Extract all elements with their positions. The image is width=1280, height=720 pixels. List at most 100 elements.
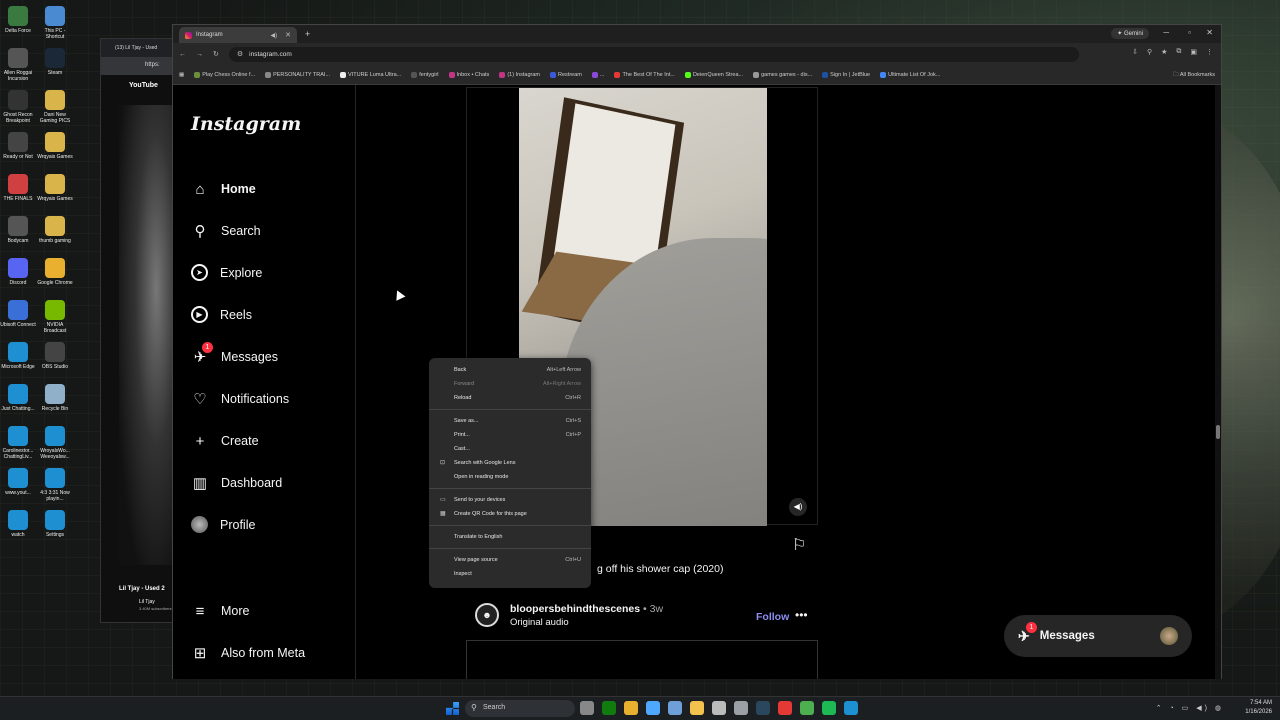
post-more-icon[interactable]: ••• [795, 608, 808, 622]
forward-icon[interactable]: → [196, 51, 203, 58]
menu-icon[interactable]: ⋮ [1206, 48, 1213, 56]
context-menu-item[interactable]: ⊡ Search with Google Lens [429, 456, 591, 470]
bookmark-item[interactable]: Inbox • Chats [448, 71, 489, 78]
desktop-icon[interactable]: Settings [36, 510, 74, 538]
address-bar[interactable]: ⚙ instagram.com [228, 46, 1079, 62]
save-post-icon[interactable]: ⚐ [792, 535, 806, 555]
nav-messages[interactable]: ✈ 1 Messages [191, 342, 278, 366]
youtube-url[interactable]: https: [101, 57, 179, 75]
bookmark-item[interactable]: Ultimate List Of Jok... [880, 71, 940, 78]
desktop-icon[interactable]: Ubisoft Connect [0, 300, 37, 328]
desktop-icon[interactable]: Recycle Bin [36, 384, 74, 412]
site-info-icon[interactable]: ⚙ [237, 50, 243, 58]
youtube-logo[interactable]: YouTube [129, 82, 158, 89]
bookmark-item[interactable]: VITURE Luma Ultra... [340, 71, 401, 78]
clock[interactable]: 7:54 AM 1/16/2026 [1245, 699, 1272, 717]
reload-icon[interactable]: ↻ [213, 50, 219, 58]
context-menu-item[interactable]: Back Alt+Left Arrow [429, 363, 591, 377]
url-text[interactable]: instagram.com [249, 51, 292, 58]
desktop-icon[interactable]: Steam [36, 48, 74, 76]
desktop-icon[interactable]: thumb gaming [36, 216, 74, 244]
volume-icon[interactable]: ◀) [789, 498, 807, 516]
floating-messages-button[interactable]: ✈ 1 Messages [1004, 615, 1192, 657]
bookmark-item[interactable]: Play Chess Online f... [194, 71, 255, 78]
bookmark-item[interactable]: fentygirl [411, 71, 439, 78]
steam-app[interactable] [756, 701, 770, 715]
context-menu-item[interactable]: Inspect [429, 567, 591, 581]
desktop-icon[interactable]: Wrqyais Games [36, 132, 74, 160]
nav-also-from-meta[interactable]: ⊞ Also from Meta [191, 644, 305, 662]
desktop-icon[interactable]: WroyalsWo... Weeoyalsw... [36, 426, 74, 460]
back-icon[interactable]: ← [179, 51, 186, 58]
post-avatar[interactable]: ☻ [475, 603, 499, 627]
gemini-button[interactable]: ✦ Gemini [1111, 28, 1149, 39]
start-button[interactable] [446, 702, 459, 715]
nav-home[interactable]: ⌂ Home [191, 180, 255, 198]
nav-more[interactable]: ≡ More [191, 602, 250, 620]
desktop-icon[interactable]: 4:3 3:31 Now playin... [36, 468, 74, 502]
spotify-app[interactable] [822, 701, 836, 715]
sidepanel-icon[interactable]: ▣ [1190, 48, 1197, 56]
context-menu-item[interactable]: ▦ Create QR Code for this page [429, 507, 591, 521]
desktop-icon[interactable]: Allen Roggai Incursion [0, 48, 37, 82]
desktop-icon[interactable]: Discord [0, 258, 37, 286]
desktop-icon[interactable]: watch [0, 510, 37, 538]
store-app[interactable] [712, 701, 726, 715]
nav-notifications[interactable]: ♡ Notifications [191, 390, 289, 408]
username-text[interactable]: bloopersbehindthescenes [510, 603, 640, 615]
chrome-window[interactable]: Instagram ◀) ✕ + ✦ Gemini ─ ▫ ✕ ← → ↻ ⚙ … [172, 24, 1222, 679]
youtube-channel[interactable]: Lil Tjay [139, 599, 155, 605]
minimize-icon[interactable]: ─ [1163, 28, 1169, 37]
bookmark-item[interactable]: ... [591, 71, 604, 78]
speaker-icon[interactable]: ◀) [271, 32, 278, 39]
close-tab-icon[interactable]: ✕ [285, 31, 291, 39]
desktop-icon[interactable]: This PC - Shortcut [36, 6, 74, 40]
xbox-app[interactable] [602, 701, 616, 715]
bookmark-item[interactable]: DeienQueen Strea... [684, 71, 743, 78]
bookmark-item[interactable]: games games - dis... [753, 71, 812, 78]
follow-button[interactable]: Follow [756, 611, 789, 623]
files-app[interactable] [624, 701, 638, 715]
desktop-icon[interactable]: Ready or Not [0, 132, 37, 160]
copilot-app[interactable] [646, 701, 660, 715]
youtube-tab[interactable]: (13) Lil Tjay - Used [101, 39, 179, 57]
youtube-window[interactable]: (13) Lil Tjay - Used https: YouTube Lil … [100, 38, 181, 623]
chrome-app[interactable] [778, 701, 792, 715]
bookmark-item[interactable]: The Best Of The Int... [614, 71, 675, 78]
post-audio[interactable]: Original audio [510, 617, 569, 628]
bookmark-item[interactable]: Sign In | JetBlue [822, 71, 870, 78]
page-scrollbar[interactable] [1215, 85, 1221, 679]
context-menu-item[interactable]: Reload Ctrl+R [429, 391, 591, 405]
settings-app[interactable] [734, 701, 748, 715]
nav-create[interactable]: + Create [191, 432, 259, 450]
nav-explore[interactable]: ➤ Explore [191, 264, 262, 281]
post-username[interactable]: bloopersbehindthescenes • 3w [510, 603, 663, 615]
tab-instagram[interactable]: Instagram ◀) ✕ [179, 27, 297, 43]
desktop-icon[interactable]: Ghost Recon Breakpoint [0, 90, 37, 124]
star-icon[interactable]: ★ [1161, 48, 1167, 56]
tray-icons[interactable]: ⌃ ◔ ▭ ◀) ◍ [1156, 704, 1224, 712]
extensions-icon[interactable]: ⧉ [1176, 48, 1181, 56]
context-menu-item[interactable]: Save as... Ctrl+S [429, 414, 591, 428]
maximize-icon[interactable]: ▫ [1188, 28, 1191, 37]
install-icon[interactable]: ⇩ [1132, 48, 1138, 56]
bookmark-item[interactable]: (1) Instagram [499, 71, 540, 78]
new-tab-button[interactable]: + [305, 29, 310, 39]
desktop-icon[interactable]: Google Chrome [36, 258, 74, 286]
zoom-icon[interactable]: ⚲ [1147, 48, 1152, 56]
desktop-icon[interactable]: Wrqyais Games [36, 174, 74, 202]
scrollbar-thumb[interactable] [1216, 425, 1220, 439]
desktop-icon[interactable]: Just Chatting... [0, 384, 37, 412]
desktop-icon[interactable]: NVIDIA Broadcast [36, 300, 74, 334]
context-menu-item[interactable]: Translate to English [429, 530, 591, 544]
close-window-icon[interactable]: ✕ [1206, 28, 1213, 37]
desktop-icon[interactable]: Dani New Gaming PICS [36, 90, 74, 124]
chrome-active-app[interactable] [800, 701, 814, 715]
edge-app[interactable] [844, 701, 858, 715]
context-menu-item[interactable]: Cast... [429, 442, 591, 456]
context-menu-item[interactable]: Open in reading mode [429, 470, 591, 484]
nav-dashboard[interactable]: ▥ Dashboard [191, 474, 282, 492]
desktop-icon[interactable]: Microsoft Edge [0, 342, 37, 370]
context-menu-item[interactable]: View page source Ctrl+U [429, 553, 591, 567]
nav-search[interactable]: ⚲ Search [191, 222, 261, 240]
